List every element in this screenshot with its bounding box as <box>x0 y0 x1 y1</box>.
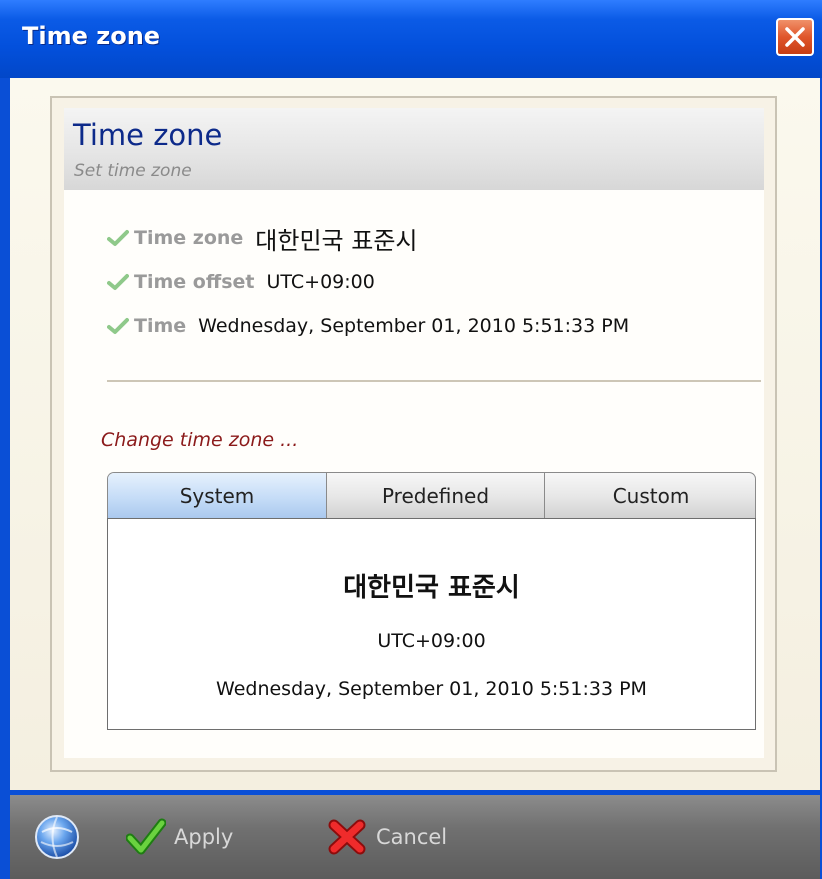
check-icon <box>107 318 129 334</box>
time-zone-tabs: System Predefined Custom 대한민국 표준시 UTC+09… <box>107 472 756 730</box>
info-row-time-zone: Time zone 대한민국 표준시 <box>107 220 418 256</box>
info-row-time: Time Wednesday, September 01, 2010 5:51:… <box>107 308 629 344</box>
info-value: 대한민국 표준시 <box>255 226 418 255</box>
page-title: Time zone <box>73 118 223 152</box>
tab-content-system: 대한민국 표준시 UTC+09:00 Wednesday, September … <box>107 518 756 730</box>
tab-strip: System Predefined Custom <box>107 472 756 518</box>
tab-system[interactable]: System <box>108 473 326 518</box>
globe-icon <box>35 815 79 859</box>
info-row-time-offset: Time offset UTC+09:00 <box>107 264 375 300</box>
close-x-icon <box>785 27 805 47</box>
bottom-toolbar: Apply Cancel <box>10 795 820 879</box>
dialog-body: Time zone Set time zone Time zone 대한민국 표… <box>10 78 820 790</box>
tab-label: Custom <box>612 484 690 508</box>
tab-custom[interactable]: Custom <box>544 473 755 518</box>
system-time-zone-name: 대한민국 표준시 <box>343 573 520 603</box>
check-icon <box>107 230 129 246</box>
section-divider <box>107 380 761 382</box>
info-label: Time <box>134 315 187 337</box>
tab-predefined[interactable]: Predefined <box>326 473 544 518</box>
content-panel: Time zone Set time zone Time zone 대한민국 표… <box>64 108 764 758</box>
check-icon <box>107 274 129 290</box>
system-time: Wednesday, September 01, 2010 5:51:33 PM <box>216 678 647 700</box>
green-check-icon <box>126 818 166 855</box>
change-time-zone-label: Change time zone ... <box>101 429 299 451</box>
page-subtitle: Set time zone <box>74 161 192 181</box>
content-frame: Time zone Set time zone Time zone 대한민국 표… <box>50 96 777 772</box>
info-value: UTC+09:00 <box>266 271 375 293</box>
info-label: Time offset <box>134 271 255 293</box>
cancel-label: Cancel <box>376 825 448 849</box>
apply-button[interactable]: Apply <box>126 813 233 861</box>
red-x-icon <box>328 819 366 855</box>
apply-label: Apply <box>174 825 234 849</box>
window-title: Time zone <box>22 22 161 50</box>
tab-label: Predefined <box>381 484 490 508</box>
panel-header: Time zone Set time zone <box>64 108 764 190</box>
info-label: Time zone <box>134 227 244 249</box>
time-zone-window: Time zone Time zone Set time zone Time z… <box>0 0 822 879</box>
close-button[interactable] <box>776 18 814 56</box>
cancel-button[interactable]: Cancel <box>326 813 447 861</box>
tab-label: System <box>179 484 255 508</box>
info-value: Wednesday, September 01, 2010 5:51:33 PM <box>198 315 630 337</box>
system-time-offset: UTC+09:00 <box>377 630 486 652</box>
title-bar[interactable]: Time zone <box>0 0 822 78</box>
